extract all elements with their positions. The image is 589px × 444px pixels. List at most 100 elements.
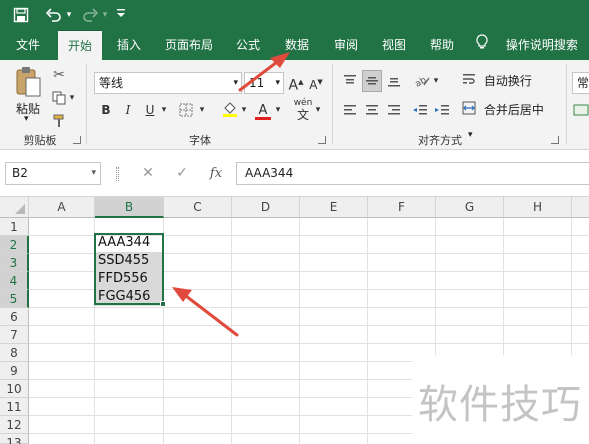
undo-dropdown-icon[interactable]: ▾ [64,6,74,24]
row-header-2[interactable]: 2 [0,236,29,254]
font-color-button[interactable]: A [254,99,272,121]
paste-dropdown-icon[interactable]: ▾ [24,114,29,124]
merge-center-button[interactable]: 合并后居中 ▾ [462,99,558,140]
clipboard-group-label: 剪贴板 [23,134,57,147]
middle-align-icon[interactable] [362,70,382,92]
tab-insert[interactable]: 插入 [108,30,150,60]
formula-bar-grip[interactable] [116,167,119,181]
tab-page-layout[interactable]: 页面布局 [158,30,220,60]
redo-icon[interactable] [80,6,100,24]
enter-entry-icon[interactable]: ✓ [170,162,194,185]
underline-dropdown-icon[interactable]: ▾ [160,99,168,121]
redo-dropdown-icon[interactable]: ▾ [100,6,110,24]
customize-icon[interactable] [114,6,128,24]
tab-home[interactable]: 开始 [58,30,102,60]
orientation-icon[interactable]: ab [412,70,432,92]
alignment-launcher-icon[interactable] [551,136,559,144]
alignment-group-label: 对齐方式 [418,134,462,147]
decrease-font-size-button[interactable]: A▼ [308,71,324,93]
phonetic-dropdown-icon[interactable]: ▾ [314,99,322,121]
fill-handle[interactable] [160,301,166,307]
increase-indent-icon[interactable] [432,99,452,121]
borders-icon[interactable] [176,99,196,121]
tell-me-search[interactable]: 操作说明搜索 [476,30,578,60]
copy-dropdown-icon[interactable]: ▾ [68,87,76,109]
font-name-combo[interactable]: 等线 ▾ [94,72,242,94]
column-header-b[interactable]: B [95,197,164,218]
row-header-10[interactable]: 10 [0,380,29,398]
gridline [29,325,589,326]
number-format-combo[interactable]: 常规 [572,72,589,94]
wrap-text-button[interactable]: 自动换行 [462,70,552,92]
tab-formulas[interactable]: 公式 [228,30,268,60]
grow-font-letter: A [288,77,299,94]
gridline [367,218,368,444]
name-box[interactable]: B2 ▾ [5,162,101,185]
fill-color-icon[interactable] [220,99,240,121]
italic-button[interactable]: I [119,99,137,121]
align-left-icon[interactable] [340,99,360,121]
row-header-12[interactable]: 12 [0,416,29,434]
fill-color-dropdown-icon[interactable]: ▾ [240,99,248,121]
bold-button[interactable]: B [97,99,115,121]
bottom-align-icon[interactable] [384,70,404,92]
font-size-combo[interactable]: 11 ▾ [244,72,284,94]
cancel-entry-icon[interactable]: ✕ [136,162,160,185]
select-all-corner[interactable] [0,197,29,218]
cut-icon[interactable]: ✂ [50,64,68,86]
align-center-icon[interactable] [362,99,382,121]
column-header-g[interactable]: G [436,197,504,218]
row-header-7[interactable]: 7 [0,326,29,344]
clipboard-launcher-icon[interactable] [73,136,81,144]
chevron-down-icon: ▾ [275,78,280,88]
increase-font-size-button[interactable]: A▲ [288,71,304,94]
tab-review[interactable]: 审阅 [326,30,366,60]
tab-data[interactable]: 数据 [276,30,318,60]
column-header-c[interactable]: C [164,197,232,218]
column-header-e[interactable]: E [300,197,368,218]
copy-icon[interactable] [50,87,68,109]
borders-dropdown-icon[interactable]: ▾ [198,99,206,121]
save-icon[interactable] [12,6,30,24]
gridline [29,307,589,308]
font-color-dropdown-icon[interactable]: ▾ [274,99,282,121]
chevron-down-icon: ▾ [233,78,238,88]
title-bar: ▾ ▾ [0,0,589,30]
ribbon-home: 粘贴 ▾ ✂ ▾ 剪贴板 等线 ▾ 11 ▾ A▲ A▼ B I U ▾ ▾ ▾… [0,60,589,150]
column-header-d[interactable]: D [232,197,300,218]
row-header-3[interactable]: 3 [0,254,29,272]
column-header-f[interactable]: F [368,197,436,218]
row-header-11[interactable]: 11 [0,398,29,416]
underline-button[interactable]: U [141,99,159,121]
tab-help[interactable]: 帮助 [422,30,462,60]
ribbon-tabs: 文件 开始 插入 页面布局 公式 数据 审阅 视图 帮助 操作说明搜索 [0,30,589,60]
phonetic-guide-button[interactable]: wén 文 [292,97,314,121]
number-format-value: 常规 [577,76,589,90]
top-align-icon[interactable] [340,70,360,92]
wrap-text-label: 自动换行 [483,74,532,88]
currency-format-icon[interactable] [572,99,589,121]
column-header-partial[interactable] [572,197,589,218]
undo-icon[interactable] [44,6,64,24]
row-header-8[interactable]: 8 [0,344,29,362]
paste-button[interactable]: 粘贴 ▾ [10,66,46,124]
formula-input[interactable]: AAA344 [236,162,589,185]
font-launcher-icon[interactable] [318,136,326,144]
watermark-text: 软件技巧 [418,382,582,428]
column-header-a[interactable]: A [29,197,95,218]
row-header-6[interactable]: 6 [0,308,29,326]
align-right-icon[interactable] [384,99,404,121]
format-painter-icon[interactable] [50,110,68,132]
tab-view[interactable]: 视图 [374,30,414,60]
row-header-9[interactable]: 9 [0,362,29,380]
row-header-13[interactable]: 13 [0,434,29,444]
row-header-5[interactable]: 5 [0,290,29,308]
tab-file[interactable]: 文件 [8,30,48,60]
orientation-dropdown-icon[interactable]: ▾ [432,70,440,92]
column-header-h[interactable]: H [504,197,572,218]
insert-function-icon[interactable]: fx [204,162,228,185]
merge-center-label: 合并后居中 [483,103,544,117]
decrease-indent-icon[interactable] [410,99,430,121]
row-header-1[interactable]: 1 [0,218,29,236]
row-header-4[interactable]: 4 [0,272,29,290]
